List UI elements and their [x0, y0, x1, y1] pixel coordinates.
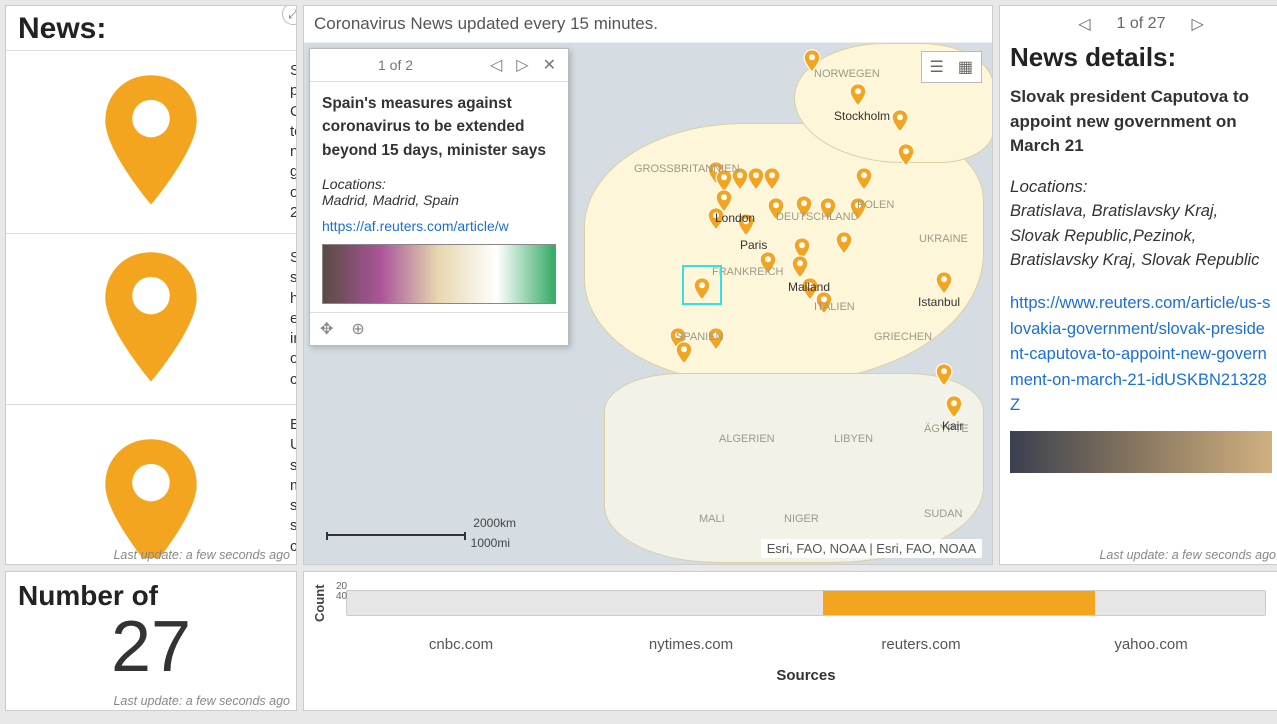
last-update-label: Last update: a few seconds ago — [1099, 548, 1276, 562]
map-pin[interactable] — [675, 341, 693, 365]
city-label: Istanbul — [918, 295, 960, 309]
country-label: FRANKREICH — [712, 266, 784, 278]
map-pin[interactable] — [855, 167, 873, 191]
news-item-text: Slovak president Caputova to appoint new… — [290, 61, 296, 223]
count-value: 27 — [18, 606, 284, 688]
legend-icon[interactable]: ☰ — [930, 57, 944, 77]
map-popup: 1 of 2 ◁ ▷ ✕ Spain's measures against co… — [309, 48, 569, 346]
country-label: GRIECHEN — [874, 331, 932, 343]
scale-mi: 1000mi — [471, 536, 510, 550]
chart-category-label: yahoo.com — [1036, 636, 1266, 653]
map-title: Coronavirus News updated every 15 minute… — [304, 6, 992, 43]
pin-icon — [22, 431, 280, 558]
city-label: London — [715, 211, 755, 225]
chart-xlabel: Sources — [346, 667, 1266, 684]
map-pin[interactable] — [897, 143, 915, 167]
basemap-icon[interactable]: ▦ — [958, 57, 973, 77]
pager-prev-icon[interactable]: ◁ — [1078, 14, 1090, 34]
chart-bars[interactable] — [346, 590, 1266, 616]
news-details-panel: ◁ 1 of 27 ▷ News details: Slovak preside… — [999, 5, 1277, 565]
pin-icon — [22, 67, 280, 217]
scale-km: 2000km — [473, 516, 516, 530]
news-list-panel: ⤢ News: Slovak president Caputova to app… — [5, 5, 297, 565]
chart-category-label: reuters.com — [806, 636, 1036, 653]
popup-locations-heading: Locations: — [322, 176, 386, 192]
chart-bar-segment[interactable] — [585, 591, 823, 615]
popup-pager: 1 of 2 — [378, 57, 413, 73]
map-pin[interactable] — [945, 395, 963, 419]
popup-next-icon[interactable]: ▷ — [512, 55, 532, 75]
chart-categories: cnbc.comnytimes.comreuters.comyahoo.com — [346, 636, 1266, 653]
news-item-text: Exclusive: UK supermarkets may cut servi… — [290, 415, 296, 558]
chart-bar-segment[interactable] — [1095, 591, 1265, 615]
map-pin[interactable] — [849, 83, 867, 107]
country-label: NIGER — [784, 513, 819, 525]
selection-box — [682, 265, 722, 305]
news-list[interactable]: Slovak president Caputova to appoint new… — [6, 50, 296, 558]
details-image — [1010, 431, 1272, 473]
pan-icon[interactable]: ✥ — [320, 319, 333, 339]
country-label: ITALIEN — [814, 301, 855, 313]
country-label: DEUTSCHLAND — [776, 211, 859, 223]
list-item[interactable]: Exclusive: UK supermarkets may cut servi… — [6, 404, 296, 558]
popup-locations: Madrid, Madrid, Spain — [322, 192, 459, 208]
pin-icon — [22, 244, 280, 394]
chart-ylabel: Count — [312, 584, 327, 622]
news-heading: News: — [6, 6, 296, 50]
map-canvas[interactable]: 1 of 2 ◁ ▷ ✕ Spain's measures against co… — [304, 43, 992, 564]
city-label: Kair — [942, 419, 963, 433]
pager-next-icon[interactable]: ▷ — [1191, 14, 1203, 34]
city-label: Paris — [740, 238, 767, 252]
map-scale: 2000km 1000mi — [326, 532, 466, 536]
map-pin[interactable] — [791, 255, 809, 279]
country-label: UKRAINE — [919, 233, 968, 245]
count-panel: Number of 27 Last update: a few seconds … — [5, 571, 297, 711]
map-pin[interactable] — [935, 271, 953, 295]
last-update-label: Last update: a few seconds ago — [113, 548, 290, 562]
chart-bar-segment[interactable] — [823, 591, 1095, 615]
city-label: Stockholm — [834, 109, 890, 123]
details-locations: Bratislava, Bratislavsky Kraj, Slovak Re… — [1010, 199, 1272, 273]
country-label: LIBYEN — [834, 433, 873, 445]
pager-text: 1 of 27 — [1117, 15, 1166, 33]
details-link[interactable]: https://www.reuters.com/article/us-slova… — [1010, 294, 1270, 414]
popup-prev-icon[interactable]: ◁ — [486, 55, 506, 75]
country-label: ALGERIEN — [719, 433, 775, 445]
map-layer-control[interactable]: ☰ ▦ — [921, 51, 982, 83]
details-title: Slovak president Caputova to appoint new… — [1010, 85, 1272, 159]
city-label: Mailand — [788, 280, 830, 294]
map-pin[interactable] — [935, 363, 953, 387]
map-pin[interactable] — [763, 167, 781, 191]
sources-chart: Count 20 40 cnbc.comnytimes.comreuters.c… — [303, 571, 1277, 711]
list-item[interactable]: Sudan suspends higher education institut… — [6, 233, 296, 404]
details-heading: News details: — [1010, 42, 1272, 73]
country-label: SPANIEN — [676, 331, 723, 343]
list-item[interactable]: Slovak president Caputova to appoint new… — [6, 50, 296, 233]
news-item-text: Sudan suspends higher education institut… — [290, 248, 296, 390]
country-label: SUDAN — [924, 508, 963, 520]
map-panel: Coronavirus News updated every 15 minute… — [303, 5, 993, 565]
chart-yticks: 20 40 — [336, 582, 347, 602]
last-update-label: Last update: a few seconds ago — [113, 694, 290, 708]
popup-link[interactable]: https://af.reuters.com/article/w — [322, 218, 556, 234]
close-icon[interactable]: ✕ — [539, 55, 560, 75]
popup-image — [322, 244, 556, 304]
country-label: POLEN — [857, 199, 894, 211]
country-label: MALI — [699, 513, 725, 525]
country-label: NORWEGEN — [814, 68, 880, 80]
map-pin[interactable] — [891, 109, 909, 133]
map-attribution: Esri, FAO, NOAA | Esri, FAO, NOAA — [761, 539, 982, 558]
details-locations-heading: Locations: — [1010, 177, 1272, 197]
chart-category-label: nytimes.com — [576, 636, 806, 653]
chart-category-label: cnbc.com — [346, 636, 576, 653]
zoom-icon[interactable]: ⊕ — [351, 319, 364, 339]
popup-headline: Spain's measures against coronavirus to … — [322, 92, 556, 162]
map-pin[interactable] — [835, 231, 853, 255]
country-label: GROSSBRITANNIEN — [634, 163, 740, 175]
chart-bar-segment[interactable] — [347, 591, 585, 615]
